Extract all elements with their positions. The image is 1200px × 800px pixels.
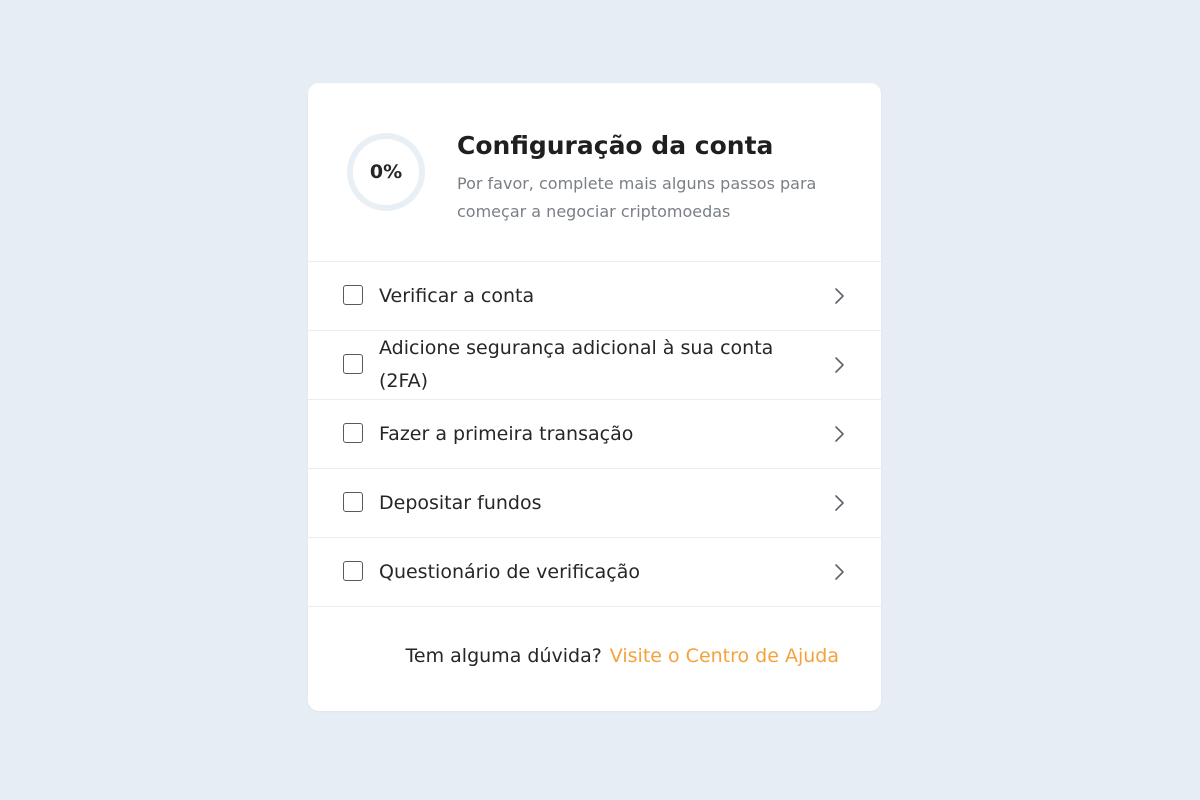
page-title: Configuração da conta (457, 131, 774, 160)
chevron-right-icon[interactable] (829, 286, 849, 306)
task-item-deposit-funds[interactable]: Depositar fundos (308, 469, 881, 538)
chevron-right-icon[interactable] (829, 562, 849, 582)
task-label: Verificar a conta (379, 284, 535, 307)
account-setup-card: 0% Configuração da conta Por favor, comp… (308, 83, 881, 711)
chevron-right-icon[interactable] (829, 493, 849, 513)
help-center-link[interactable]: Visite o Centro de Ajuda (610, 645, 839, 667)
progress-percentage: 0% (369, 161, 403, 183)
task-label: Adicione segurança adicional à sua conta… (379, 337, 774, 392)
progress-ring: 0% (346, 132, 426, 212)
task-checkbox[interactable] (343, 492, 363, 512)
help-footer-text: Tem alguma dúvida? Visite o Centro de Aju… (406, 645, 839, 667)
task-checkbox[interactable] (343, 423, 363, 443)
help-footer: Tem alguma dúvida? Visite o Centro de Aju… (308, 605, 881, 711)
task-checkbox[interactable] (343, 354, 363, 374)
task-item-first-transaction[interactable]: Fazer a primeira transação (308, 400, 881, 469)
task-checkbox[interactable] (343, 561, 363, 581)
chevron-right-icon[interactable] (829, 355, 849, 375)
task-label: Depositar fundos (379, 491, 542, 514)
page-subtitle: Por favor, complete mais alguns passos p… (457, 174, 817, 221)
task-item-verify-account[interactable]: Verificar a conta (308, 262, 881, 331)
chevron-right-icon[interactable] (829, 424, 849, 444)
task-checkbox[interactable] (343, 285, 363, 305)
task-item-enable-2fa[interactable]: Adicione segurança adicional à sua conta… (308, 331, 881, 400)
setup-header: 0% Configuração da conta Por favor, comp… (308, 83, 881, 262)
task-label: Fazer a primeira transação (379, 422, 634, 445)
task-item-verification-questionnaire[interactable]: Questionário de verificação (308, 538, 881, 607)
task-label: Questionário de verificação (379, 560, 640, 583)
help-question: Tem alguma dúvida? (405, 645, 602, 667)
